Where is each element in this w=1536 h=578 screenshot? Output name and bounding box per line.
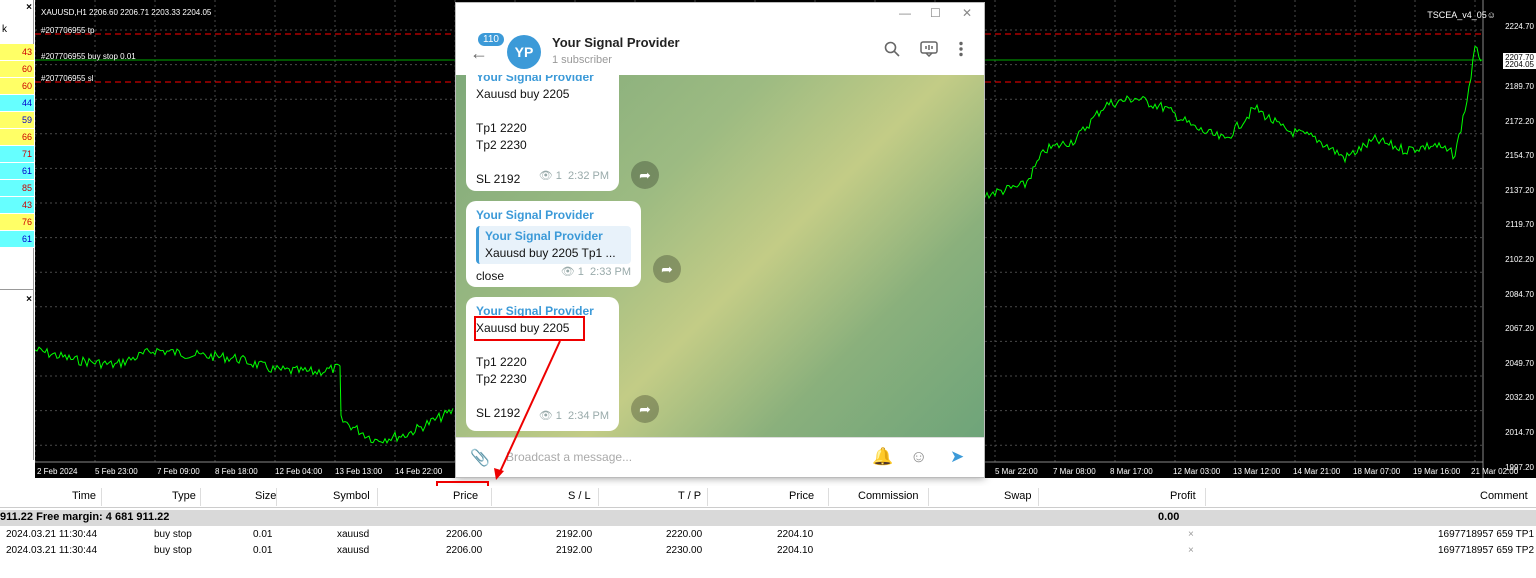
table-header: Time Type Size Symbol Price S / L T / P … (0, 486, 1536, 508)
cell-tp: 2230.00 (666, 545, 703, 556)
column-divider[interactable] (928, 488, 929, 506)
col-size[interactable]: Size (255, 490, 276, 502)
column-divider[interactable] (598, 488, 599, 506)
column-divider[interactable] (1038, 488, 1039, 506)
cell-tp: 2220.00 (666, 529, 703, 540)
col-comment[interactable]: Comment (1480, 490, 1528, 502)
cell-price: 2206.00 (446, 529, 483, 540)
table-row[interactable]: 2024.03.21 11:30:44 buy stop 0.01 xauusd… (0, 545, 1536, 560)
cell-size: 0.01 (253, 545, 273, 556)
cell-current-price: 2204.10 (777, 545, 814, 556)
cell-type: buy stop (154, 545, 192, 556)
cell-sl: 2192.00 (556, 529, 593, 540)
col-symbol[interactable]: Symbol (333, 490, 370, 502)
cell-comment: 1697718957 659 TP2 (1438, 545, 1535, 556)
col-commission[interactable]: Commission (858, 490, 919, 502)
column-divider[interactable] (707, 488, 708, 506)
cell-time: 2024.03.21 11:30:44 (6, 545, 98, 556)
close-order-icon[interactable]: × (1188, 529, 1194, 540)
cell-size: 0.01 (253, 529, 273, 540)
table-row[interactable]: 2024.03.21 11:30:44 buy stop 0.01 xauusd… (0, 529, 1536, 544)
col-price[interactable]: Price (453, 490, 478, 502)
account-summary-row: 911.22 Free margin: 4 681 911.22 0.00 (0, 510, 1536, 526)
total-profit: 0.00 (1158, 511, 1180, 523)
col-type[interactable]: Type (172, 490, 196, 502)
col-time[interactable]: Time (72, 490, 96, 502)
column-divider[interactable] (101, 488, 102, 506)
col-swap[interactable]: Swap (1004, 490, 1032, 502)
cell-symbol: xauusd (337, 529, 370, 540)
column-divider[interactable] (491, 488, 492, 506)
cell-price: 2206.00 (446, 545, 483, 556)
column-divider[interactable] (1205, 488, 1206, 506)
trade-table: Time Type Size Symbol Price S / L T / P … (0, 486, 1536, 578)
cell-time: 2024.03.21 11:30:44 (6, 529, 98, 540)
cell-current-price: 2204.10 (777, 529, 814, 540)
col-tp[interactable]: T / P (678, 490, 701, 502)
column-divider[interactable] (828, 488, 829, 506)
col-sl[interactable]: S / L (568, 490, 591, 502)
col-current-price[interactable]: Price (789, 490, 814, 502)
cell-type: buy stop (154, 529, 192, 540)
column-divider[interactable] (377, 488, 378, 506)
cell-symbol: xauusd (337, 545, 370, 556)
cell-sl: 2192.00 (556, 545, 593, 556)
cell-comment: 1697718957 659 TP1 (1438, 529, 1535, 540)
col-profit[interactable]: Profit (1170, 490, 1196, 502)
column-divider[interactable] (200, 488, 201, 506)
column-divider[interactable] (276, 488, 277, 506)
screen: × k 43 60 60 44 59 66 71 61 85 43 76 61 × XAUUSD,H1… (0, 0, 1536, 578)
account-summary: 911.22 Free margin: 4 681 911.22 (0, 511, 170, 523)
close-order-icon[interactable]: × (1188, 545, 1194, 556)
